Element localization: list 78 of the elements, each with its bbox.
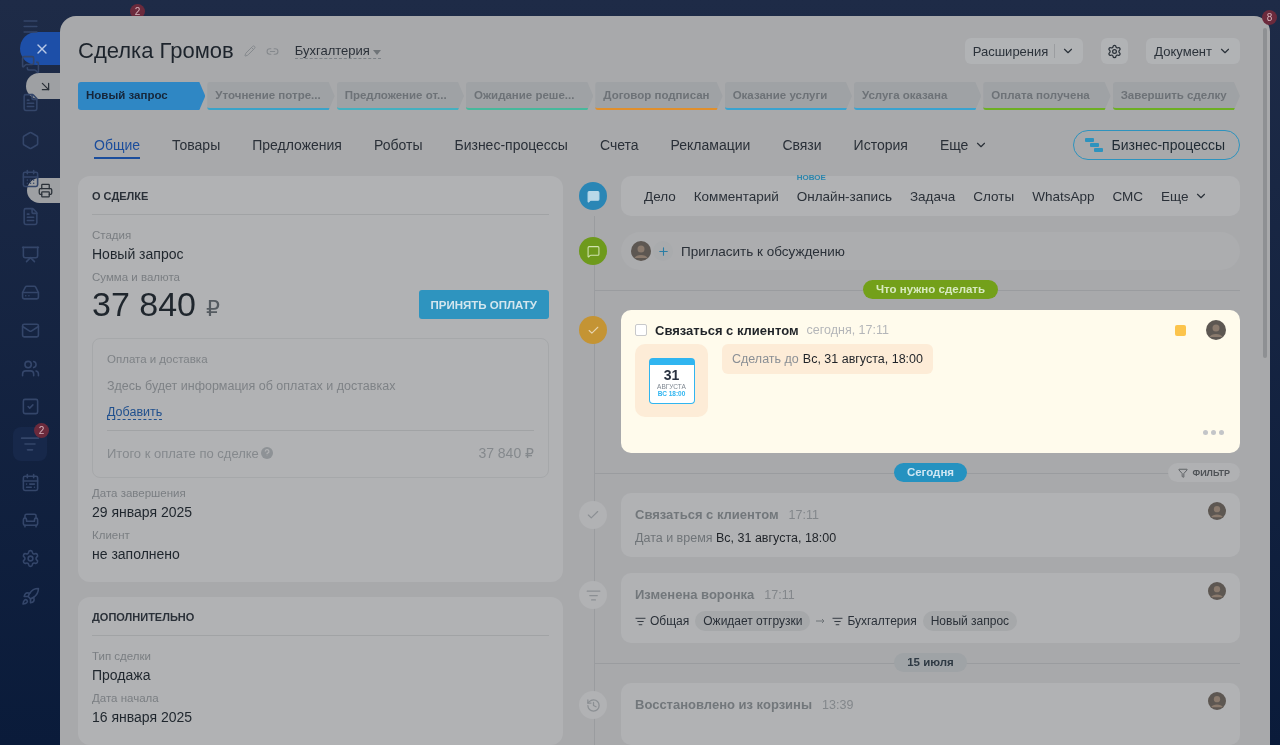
composer-tab[interactable]: Слоты [964, 188, 1024, 204]
section-title: О СДЕЛКЕ [92, 190, 549, 215]
field-value: 16 января 2025 [92, 709, 194, 725]
settings-icon [1107, 43, 1123, 59]
checkbox[interactable] [635, 324, 647, 336]
tab[interactable]: Рекламации [670, 131, 751, 159]
avatar-icon [1208, 692, 1226, 710]
tab[interactable]: Предложения [252, 131, 342, 159]
settings-button[interactable] [1101, 38, 1129, 64]
activity-title: Связаться с клиентом [655, 322, 799, 338]
funnel-icon [579, 581, 607, 609]
extensions-button[interactable]: Расширения [964, 38, 1084, 64]
edit-icon[interactable] [243, 45, 256, 57]
more-tab[interactable]: Еще [1152, 188, 1218, 204]
tab[interactable]: История [853, 131, 908, 159]
notification-badge: 8 [1262, 10, 1277, 25]
funnel-name: Общая [650, 614, 690, 628]
avatar-icon [1208, 502, 1226, 520]
chat-icon [579, 182, 607, 210]
stage-chip: Ожидает отгрузки [695, 611, 811, 631]
field-value: Новый запрос [92, 246, 185, 262]
tab[interactable]: Бизнес-процессы [454, 131, 568, 159]
field-value: 29 января 2025 [92, 504, 194, 520]
composer-tab[interactable]: WhatsApp [1023, 188, 1104, 204]
help-icon[interactable] [260, 447, 273, 459]
check-icon [579, 501, 607, 529]
comment-icon [579, 237, 607, 265]
notification-badge: 2 [34, 423, 49, 438]
tab[interactable]: Счета [599, 131, 639, 159]
composer-tab[interactable]: СМС [1103, 188, 1152, 204]
field-value: Продажа [92, 667, 152, 683]
avatar-icon [631, 241, 651, 261]
caret-icon [373, 50, 382, 55]
funnel-icon [635, 615, 646, 627]
stage-button[interactable]: Новый запрос [78, 82, 206, 110]
stage-chip: Новый запрос [922, 611, 1018, 631]
check-icon [579, 316, 607, 344]
history-title: Связаться с клиентом [635, 507, 779, 522]
date-pill: Сегодня [893, 463, 968, 482]
composer-tab[interactable]: Комментарий [684, 188, 788, 204]
calendar-day: 31 [663, 366, 680, 383]
composer-tab[interactable]: Дело [635, 188, 685, 204]
add-link[interactable]: Добавить [107, 405, 163, 420]
section-title: ДОПОЛНИТЕЛЬНО [92, 611, 549, 636]
more-icon[interactable] [1203, 430, 1224, 435]
invite-field[interactable]: Пригласить к обсуждению [621, 232, 1240, 270]
history-detail: Дата и время Вс, 31 августа, 18:00 [635, 531, 838, 545]
new-label: НОВОЕ [796, 172, 826, 182]
history-icon [579, 691, 607, 719]
history-title: Восстановлено из корзины [635, 697, 813, 712]
funnel-icon [832, 615, 844, 627]
arrow-icon [816, 618, 827, 624]
filter-icon [1178, 467, 1189, 478]
document-button[interactable]: Документ [1146, 38, 1240, 64]
funnel-name: Бухгалтерия [847, 614, 917, 628]
composer-tab[interactable]: Задача [900, 188, 965, 204]
filter-button[interactable]: ФИЛЬТР [1168, 463, 1240, 482]
category-dropdown[interactable]: Бухгалтерия [294, 43, 382, 59]
more-tab[interactable]: Еще [939, 131, 989, 159]
avatar-icon [1206, 320, 1226, 340]
history-title: Изменена воронка [635, 587, 755, 602]
printer-icon [38, 183, 53, 198]
process-icon [1083, 137, 1104, 153]
section-pill: Что нужно сделать [862, 280, 999, 299]
tab[interactable]: Связи [782, 131, 822, 159]
funnel-icon [20, 434, 40, 454]
tab[interactable]: Роботы [373, 131, 423, 159]
field-value: не заполнено [92, 546, 181, 562]
tab[interactable]: Общие [94, 131, 141, 159]
amount: 37 840 [92, 285, 196, 323]
date-pill: 15 июля [894, 653, 967, 672]
activity-time: сегодня, 17:11 [806, 323, 889, 337]
currency: ₽ [206, 296, 220, 321]
deadline: Сделать до Вс, 31 августа, 18:00 [722, 344, 933, 374]
flag-icon [1175, 324, 1186, 336]
deal-title: Сделка Громов [78, 38, 234, 64]
tab[interactable]: Товары [172, 131, 221, 159]
avatar-icon [1208, 582, 1226, 600]
